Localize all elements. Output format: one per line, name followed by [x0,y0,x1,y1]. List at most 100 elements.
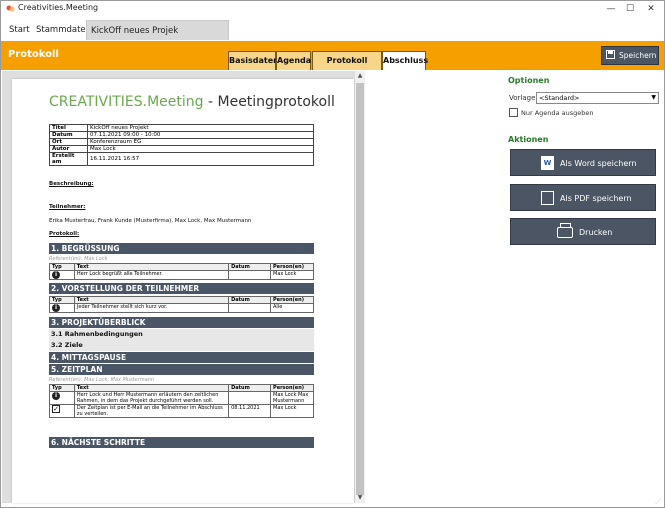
meta-row: Ort Konferenzraum EG [49,138,314,146]
meta-value: 16.11.2021 16:57 [87,152,314,166]
meta-value: Max Lock [87,145,314,153]
protokoll-label: Protokoll: [49,231,80,237]
section-heading: 5. ZEITPLAN [49,364,314,375]
resize-grip-icon[interactable]: ⋰ [655,498,663,506]
app-window: Creativities.Meeting — ☐ ✕ Start Stammda… [0,0,665,508]
items-table: Typ Text Datum Person(en) i Herr Lock be… [49,263,314,280]
nur-agenda-checkbox[interactable] [509,108,518,117]
col-typ: Typ [49,263,75,271]
close-window-button[interactable]: ✕ [638,1,664,17]
save-button[interactable]: Speichern [601,46,659,65]
table-header-row: Typ Text Datum Person(en) [49,296,314,304]
vorlage-label: Vorlage [509,94,536,102]
tab-basisdaten[interactable]: Basisdaten [228,51,279,70]
save-button-label: Speichern [619,51,657,60]
document-scrollbar[interactable]: ▲ ▼ [355,71,365,503]
cell-personen: Alle [270,303,314,313]
meta-row: Autor Max Lock [49,145,314,153]
info-icon: i [52,304,60,312]
section-heading: 3. PROJEKTÜBERBLICK [49,317,314,328]
meta-key: Titel [49,124,88,132]
table-header-row: Typ Text Datum Person(en) [49,384,314,392]
meta-key: Ort [49,138,88,146]
save-as-word-label: Als Word speichern [560,159,637,168]
tab-abschluss[interactable]: Abschluss [382,51,428,70]
meta-row: Datum 07.11.2021 09:00 - 10:00 [49,131,314,139]
cell-typ: i [49,270,75,280]
page-title: Protokoll [8,49,59,60]
scroll-up-icon[interactable]: ▲ [355,71,365,81]
cell-datum: 08.11.2021 [228,404,272,418]
meta-key: Datum [49,131,88,139]
col-text: Text [73,384,230,392]
protokoll-toolbar: Protokoll Basisdaten Agenda Protokoll fü… [1,41,664,82]
info-icon: i [52,271,60,279]
meta-key: Erstellt am [49,152,88,166]
col-personen: Person(en) [270,263,314,271]
col-typ: Typ [49,384,75,392]
tab-agenda[interactable]: Agenda [276,51,311,70]
meta-table: Titel KickOff neues Projekt Datum 07.11.20… [49,124,314,166]
vorlage-value: <Standard> [539,94,580,102]
print-label: Drucken [579,228,613,237]
table-row: i Herr Lock und Herr Mustermann erläuter… [49,391,314,405]
scroll-thumb[interactable] [356,83,364,495]
section-heading: 6. NÄCHSTE SCHRITTE [49,437,314,448]
items-table: Typ Text Datum Person(en) i Jeder Teilne… [49,296,314,313]
cell-personen: Max Lock [270,270,314,280]
doc-brand: CREATIVITIES.Meeting [49,94,204,110]
cell-datum [228,303,272,313]
meta-value: KickOff neues Projekt [87,124,314,132]
meta-value: 07.11.2021 09:00 - 10:00 [87,131,314,139]
printer-icon [557,223,573,238]
tab-protokoll-fuehren[interactable]: Protokoll führen [312,51,382,82]
word-icon: W [541,156,554,170]
tab-kickoff[interactable]: KickOff neues Projek (07.11.2021)✕ [86,20,229,56]
meta-value: Konferenzraum EG [87,138,314,146]
nur-agenda-label: Nur Agenda ausgeben [521,109,594,117]
meta-row: Erstellt am 16.11.2021 16:57 [49,152,314,166]
table-row: i Herr Lock begrüßt alle Teilnehmer. Max… [49,270,314,280]
table-row: i Jeder Teilnehmer stellt sich kurz vor.… [49,303,314,313]
table-header-row: Typ Text Datum Person(en) [49,263,314,271]
referent-text: Referent(en): Max Lock, Max Mustermann [49,377,155,383]
col-datum: Datum [228,296,272,304]
section-heading: 4. MITTAGSPAUSE [49,352,314,363]
cell-text: Der Zeitplan ist per E-Mail an die Teiln… [73,404,230,418]
title-bar: Creativities.Meeting — ☐ ✕ [1,1,664,17]
save-as-pdf-button[interactable]: Als PDF speichern [510,184,656,211]
teilnehmer-text: Erika Musterfrau, Frank Kunde (Musterfir… [49,218,252,224]
table-row: ✓ Der Zeitplan ist per E-Mail an die Tei… [49,404,314,418]
cell-text: Herr Lock und Herr Mustermann erläutern … [73,391,230,405]
document-heading: CREATIVITIES.Meeting - Meetingprotokoll [49,94,335,110]
vorlage-select[interactable]: <Standard> ▼ [536,92,659,104]
cell-datum [228,270,272,280]
save-as-word-button[interactable]: W Als Word speichern [510,149,656,176]
teilnehmer-label: Teilnehmer: [49,204,86,210]
save-icon [606,50,615,59]
tab-row: Start Stammdaten KickOff neues Projek (0… [1,20,664,56]
cell-datum [228,391,272,405]
task-check-icon: ✓ [52,405,60,413]
cell-personen: Max Lock Max Mustermann [270,391,314,405]
col-typ: Typ [49,296,75,304]
chevron-down-icon: ▼ [651,94,656,101]
items-table: Typ Text Datum Person(en) i Herr Lock un… [49,384,314,418]
subsection-heading: 3.1 Rahmenbedingungen [49,329,314,340]
cell-personen: Max Lock [270,404,314,418]
col-datum: Datum [228,263,272,271]
beschreibung-label: Beschreibung: [49,181,94,187]
section-heading: 2. VORSTELLUNG DER TEILNEHMER [49,283,314,294]
meta-row: Titel KickOff neues Projekt [49,124,314,132]
info-icon: i [52,392,60,400]
col-personen: Person(en) [270,384,314,392]
scroll-down-icon[interactable]: ▼ [355,493,365,503]
print-button[interactable]: Drucken [510,218,656,245]
actions-heading: Aktionen [508,135,549,144]
document-page: CREATIVITIES.Meeting - Meetingprotokoll … [12,79,354,503]
tab-start[interactable]: Start [5,20,34,40]
col-text: Text [73,296,230,304]
col-personen: Person(en) [270,296,314,304]
section-heading: 1. BEGRÜSSUNG [49,243,314,254]
document-preview[interactable]: CREATIVITIES.Meeting - Meetingprotokoll … [2,71,365,503]
